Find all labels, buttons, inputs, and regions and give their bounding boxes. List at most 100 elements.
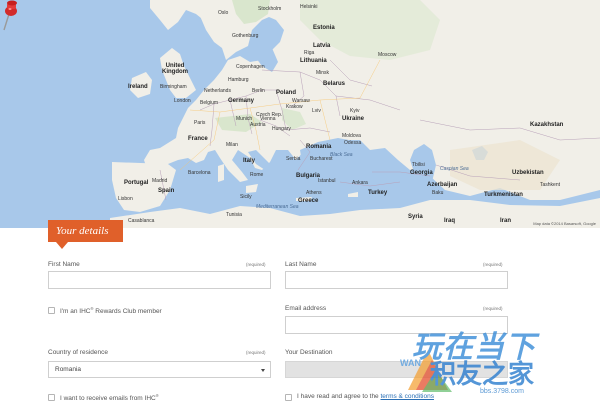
section-title-tab: Your details bbox=[48, 220, 123, 249]
map-label-serbia: Serbia bbox=[286, 156, 301, 162]
map-label-poland: Poland bbox=[276, 90, 297, 96]
map-label-syria: Syria bbox=[408, 214, 423, 220]
ihg-member-label: I'm an IHC® Rewards Club member bbox=[60, 306, 162, 316]
map-label-gothenburg: Gothenburg bbox=[232, 33, 259, 39]
country-select[interactable]: Romania bbox=[48, 361, 271, 378]
map-label-madrid: Madrid bbox=[152, 178, 168, 184]
map-label-ukraine: Ukraine bbox=[342, 116, 365, 122]
map-label-stockholm: Stockholm bbox=[258, 6, 282, 12]
map-label-istanbul: Istanbul bbox=[318, 178, 336, 184]
landmass-africa bbox=[110, 198, 600, 228]
chevron-down-icon bbox=[261, 369, 265, 372]
landmass-corsica bbox=[218, 164, 224, 182]
last-name-required: (required) bbox=[483, 262, 503, 267]
map-label-uzbekistan: Uzbekistan bbox=[512, 170, 544, 176]
map-label-sicily: Sicily bbox=[240, 194, 252, 200]
map-label-austria: Austria bbox=[250, 122, 266, 128]
email-required: (required) bbox=[483, 306, 503, 311]
map-label-estonia: Estonia bbox=[313, 25, 335, 31]
map-label-milan: Milan bbox=[226, 142, 238, 148]
landmass-cyprus bbox=[348, 192, 358, 197]
map-label-berlin: Berlin bbox=[252, 88, 265, 94]
map-label-tunisia: Tunisia bbox=[226, 212, 242, 218]
first-name-input[interactable] bbox=[48, 271, 271, 289]
map-label-portugal: Portugal bbox=[124, 180, 149, 186]
last-name-label: Last Name bbox=[285, 261, 317, 268]
map-label-moscow: Moscow bbox=[378, 52, 397, 58]
map-label-krakow: Krakow bbox=[286, 104, 303, 110]
map-label-france: France bbox=[188, 136, 208, 142]
terms-checkbox[interactable] bbox=[285, 394, 292, 401]
map-label-greece: Greece bbox=[298, 198, 319, 204]
map-label-kazakhstan: Kazakhstan bbox=[530, 122, 564, 128]
map-label-oslo: Oslo bbox=[218, 10, 229, 16]
location-pin-icon[interactable] bbox=[0, 0, 20, 32]
map-label-kyiv: Kyiv bbox=[350, 108, 360, 114]
destination-label: Your Destination bbox=[285, 349, 333, 356]
map-label-italy: Italy bbox=[243, 158, 256, 164]
first-name-label: First Name bbox=[48, 261, 80, 268]
email-optin-checkbox[interactable] bbox=[48, 394, 55, 401]
map-label-casablanca: Casablanca bbox=[128, 218, 155, 224]
landmass-sicily bbox=[246, 184, 258, 193]
map-label-turkey: Turkey bbox=[368, 190, 388, 196]
first-name-required: (required) bbox=[246, 262, 266, 267]
map-label-belgium: Belgium bbox=[200, 100, 219, 106]
map-label-black-sea: Black Sea bbox=[330, 152, 353, 158]
aegean-sea bbox=[292, 168, 312, 190]
map-label-odessa: Odessa bbox=[344, 140, 362, 146]
page: Ireland United Kingdom France Spain Port… bbox=[0, 0, 600, 406]
map-label-tashkent: Tashkent bbox=[540, 182, 561, 188]
map-label-munich: Munich bbox=[236, 116, 253, 122]
map-label-lisbon: Lisbon bbox=[118, 196, 133, 202]
map-label-ireland: Ireland bbox=[128, 84, 148, 90]
map-label-bulgaria: Bulgaria bbox=[296, 173, 321, 179]
map-label-germany: Germany bbox=[228, 98, 255, 104]
watermark-line2: 积友之家 bbox=[430, 359, 535, 389]
map-attribution: Map data ©2014 Basarsoft, Google bbox=[533, 221, 596, 226]
map-label-lviv: Lviv bbox=[312, 108, 321, 114]
email-optin-label: I want to receive emails from IHC® bbox=[60, 393, 159, 403]
map-label-athens: Athens bbox=[306, 190, 322, 196]
map-label-copenhagen: Copenhagen bbox=[236, 64, 265, 70]
map-label-romania: Romania bbox=[306, 144, 332, 150]
map-label-iran: Iran bbox=[500, 218, 512, 224]
ihg-member-checkbox[interactable] bbox=[48, 307, 55, 314]
map-label-ankara: Ankara bbox=[352, 180, 368, 186]
map-label-tbilisi: Tbilisi bbox=[412, 162, 425, 168]
map-label-lithuania: Lithuania bbox=[300, 58, 327, 64]
map-label-baku: Baku bbox=[432, 190, 444, 196]
country-required: (required) bbox=[246, 350, 266, 355]
map-label-hamburg: Hamburg bbox=[228, 77, 249, 83]
map-label-barcelona: Barcelona bbox=[188, 170, 211, 176]
landmass-iberia bbox=[112, 162, 176, 212]
map-label-azerbaijan: Azerbaijan bbox=[427, 182, 458, 188]
map-label-georgia: Georgia bbox=[410, 170, 433, 176]
map-label-hungary: Hungary bbox=[272, 126, 291, 132]
country-label: Country of residence bbox=[48, 349, 108, 356]
map-view[interactable]: Ireland United Kingdom France Spain Port… bbox=[0, 0, 600, 228]
map-label-caspian-sea: Caspian Sea bbox=[440, 166, 469, 172]
map-label-mediterranean: Mediterranean Sea bbox=[256, 204, 299, 210]
watermark-overlay: 玩在当下 WAN 积友之家 bbs.3798.com bbox=[360, 318, 600, 406]
country-select-value: Romania bbox=[55, 366, 82, 373]
map-label-paris: Paris bbox=[194, 120, 206, 126]
map-label-rome: Rome bbox=[250, 172, 264, 178]
map-label-netherlands: Netherlands bbox=[204, 88, 231, 94]
email-label: Email address bbox=[285, 305, 327, 312]
map-label-uk: United Kingdom bbox=[162, 63, 188, 75]
map-label-belarus: Belarus bbox=[323, 81, 346, 87]
map-label-helsinki: Helsinki bbox=[300, 4, 318, 10]
map-label-turkmenistan: Turkmenistan bbox=[484, 192, 523, 198]
last-name-input[interactable] bbox=[285, 271, 508, 289]
map-label-vienna: Vienna bbox=[260, 116, 276, 122]
map-label-birmingham: Birmingham bbox=[160, 84, 187, 90]
map-label-moldova: Moldova bbox=[342, 133, 361, 139]
map-label-iraq: Iraq bbox=[444, 218, 456, 224]
watermark-url: bbs.3798.com bbox=[480, 388, 524, 395]
map-label-minsk: Minsk bbox=[316, 70, 330, 76]
watermark-small: WAN bbox=[400, 358, 421, 368]
map-label-latvia: Latvia bbox=[313, 43, 331, 49]
map-label-riga: Riga bbox=[304, 50, 315, 56]
map-label-spain: Spain bbox=[158, 188, 175, 194]
